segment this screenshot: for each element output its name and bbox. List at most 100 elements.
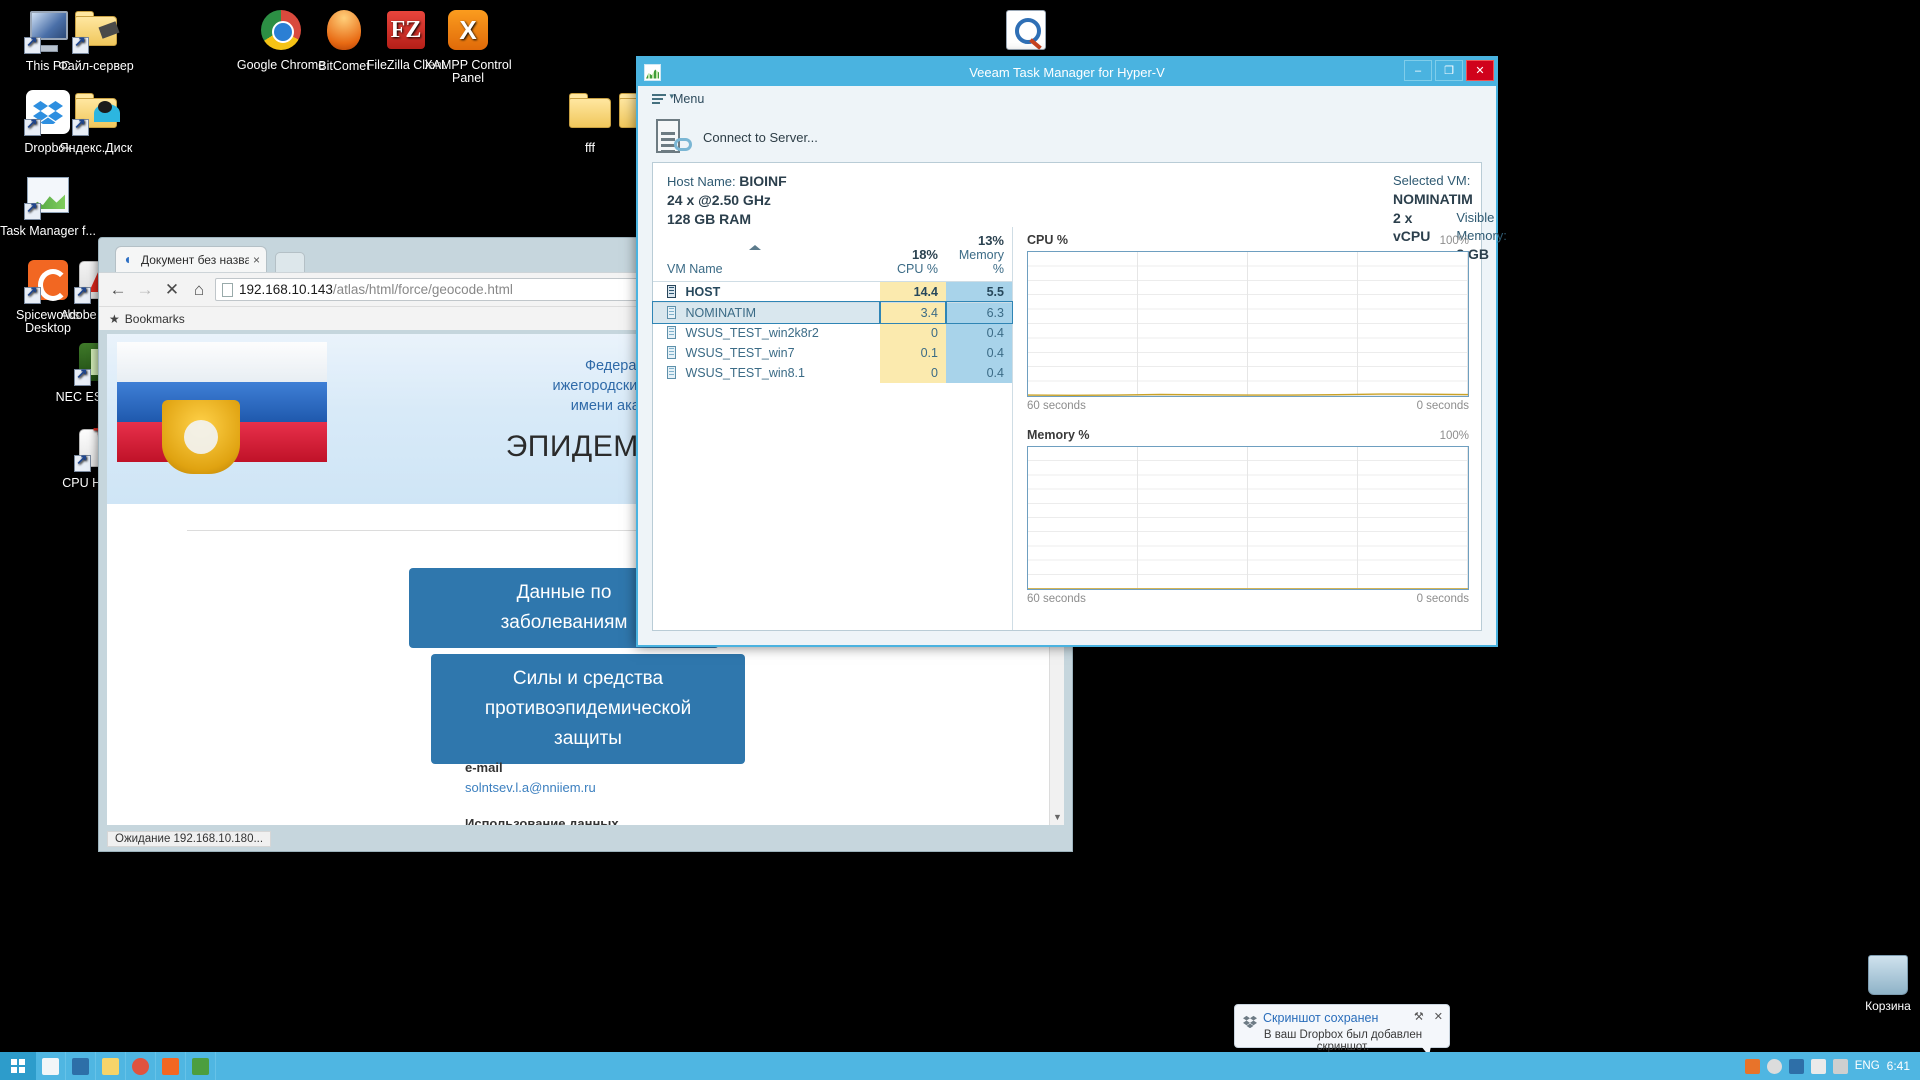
table-header-row[interactable]: VM Name 18% CPU % 13% Memory % xyxy=(653,227,1012,281)
window-controls[interactable]: – ❐ ✕ xyxy=(1404,60,1494,81)
stop-icon[interactable]: ✕ xyxy=(161,279,183,301)
memory-graph-max: 100% xyxy=(1440,430,1469,442)
folder-icon xyxy=(102,1058,119,1075)
network-tray-icon[interactable] xyxy=(1811,1059,1826,1074)
url-path: /atlas/html/force/geocode.html xyxy=(333,282,513,297)
maximize-button[interactable]: ❐ xyxy=(1435,60,1463,81)
main-content-panel: Host Name: BIOINF 24 x @2.50 GHz 128 GB … xyxy=(652,162,1482,631)
cpu-graph-plot xyxy=(1027,251,1469,397)
sort-ascending-icon[interactable] xyxy=(749,245,761,250)
split-panes: VM Name 18% CPU % 13% Memory % xyxy=(653,227,1481,630)
toolbar[interactable]: Connect to Server... xyxy=(638,112,1496,162)
hamburger-menu-icon[interactable] xyxy=(652,94,666,105)
windows-logo-icon xyxy=(11,1059,25,1073)
start-button[interactable] xyxy=(0,1052,36,1080)
email-link[interactable]: solntsev.l.a@nniiem.ru xyxy=(465,780,596,795)
taskbar-item-remote-desktop[interactable] xyxy=(66,1052,96,1080)
veeam-task-manager-window[interactable]: Veeam Task Manager for Hyper-V – ❐ ✕ Men… xyxy=(636,56,1498,647)
memory-graph-right-label: 0 seconds xyxy=(1417,593,1469,605)
column-header-cpu[interactable]: 18% CPU % xyxy=(880,227,946,281)
close-icon[interactable]: × xyxy=(249,253,260,267)
memory-cell: 0.4 xyxy=(946,323,1012,343)
forward-icon[interactable]: → xyxy=(134,279,156,301)
dropbox-notification-toast[interactable]: Скриншот сохранен В ваш Dropbox был доба… xyxy=(1234,1004,1450,1048)
column-header-vm-name[interactable]: VM Name xyxy=(653,227,880,281)
table-row[interactable]: WSUS_TEST_win8.1 0 0.4 xyxy=(653,363,1012,383)
cpu-graph-title: CPU % xyxy=(1027,233,1068,247)
taskbar-item-veeam[interactable] xyxy=(186,1052,216,1080)
cpu-graph-right-label: 0 seconds xyxy=(1417,400,1469,412)
desktop-icon-task-manager[interactable]: Task Manager f... xyxy=(0,172,96,238)
taskbar-item-spiceworks[interactable] xyxy=(156,1052,186,1080)
connect-server-icon[interactable] xyxy=(656,119,690,155)
usage-label: Использование данных xyxy=(465,814,1025,825)
cpu-cell: 14.4 xyxy=(880,281,946,302)
vm-name: NOMINATIM xyxy=(685,306,756,320)
host-info-panel: Host Name: BIOINF 24 x @2.50 GHz 128 GB … xyxy=(653,163,1481,219)
cpu-cell: 0 xyxy=(880,363,946,383)
menu-bar[interactable]: Menu xyxy=(638,86,1496,112)
desktop-icon-file-server[interactable]: Файл-сервер xyxy=(48,6,144,73)
close-button[interactable]: ✕ xyxy=(1466,60,1494,81)
window-title-bar[interactable]: Veeam Task Manager for Hyper-V – ❐ ✕ xyxy=(638,58,1496,86)
volume-tray-icon[interactable] xyxy=(1833,1059,1848,1074)
system-tray[interactable]: ENG 6:41 xyxy=(1745,1052,1920,1080)
cpu-cell: 0.1 xyxy=(880,343,946,363)
vm-name: WSUS_TEST_win8.1 xyxy=(685,366,804,380)
toast-actions[interactable]: ⚒ ✕ xyxy=(1414,1010,1443,1023)
host-ram-spec: 128 GB RAM xyxy=(667,211,751,227)
connect-to-server-button[interactable]: Connect to Server... xyxy=(703,130,818,145)
input-language[interactable]: ENG xyxy=(1855,1060,1880,1072)
dropbox-tray-icon[interactable] xyxy=(1745,1059,1760,1074)
chrome-icon xyxy=(132,1058,149,1075)
memory-graph-block: Memory % 100% 60 seconds 0 seconds xyxy=(1027,428,1469,605)
chrome-tab[interactable]: Документ без названия × xyxy=(115,246,267,272)
arcmap-icon xyxy=(1002,6,1050,54)
cloud-tray-icon[interactable] xyxy=(1767,1059,1782,1074)
settings-icon[interactable]: ⚒ xyxy=(1414,1011,1424,1023)
desktop-icon-yandex-disk[interactable]: Яндекс.Диск xyxy=(48,88,144,155)
desktop-icon-xampp[interactable]: XAMPP Control Panel xyxy=(420,6,516,85)
host-server-icon xyxy=(667,285,676,298)
vm-server-icon xyxy=(667,346,676,359)
minimize-button[interactable]: – xyxy=(1404,60,1432,81)
bookmarks-label[interactable]: Bookmarks xyxy=(125,312,185,326)
vm-table[interactable]: VM Name 18% CPU % 13% Memory % xyxy=(653,227,1012,383)
chrome-tab-label: Документ без названия xyxy=(141,253,249,267)
taskbar-item-chrome[interactable] xyxy=(126,1052,156,1080)
folder-shortcut-icon xyxy=(72,6,120,54)
home-icon[interactable]: ⌂ xyxy=(188,279,210,301)
desktop[interactable]: This PC Файл-сервер Dropbox Яндекс.Диск xyxy=(0,0,1920,1080)
host-cpu-spec: 24 x @2.50 GHz xyxy=(667,192,771,208)
xampp-icon xyxy=(444,6,492,54)
desktop-icon-recycle-bin[interactable]: Корзина xyxy=(1855,955,1920,1013)
taskbar[interactable]: ENG 6:41 xyxy=(0,1052,1920,1080)
new-tab-button[interactable] xyxy=(275,252,305,272)
taskbar-item-explorer[interactable] xyxy=(36,1052,66,1080)
table-row[interactable]: HOST 14.4 5.5 xyxy=(653,281,1012,302)
close-icon[interactable]: ✕ xyxy=(1434,1011,1443,1023)
notify-tray-icon[interactable] xyxy=(1789,1059,1804,1074)
host-info: Host Name: BIOINF 24 x @2.50 GHz 128 GB … xyxy=(667,172,787,229)
email-label: e-mail xyxy=(465,758,1025,778)
table-row[interactable]: NOMINATIM 3.4 6.3 xyxy=(653,302,1012,323)
back-icon[interactable]: ← xyxy=(107,279,129,301)
selected-vm-label: Selected VM: xyxy=(1393,173,1470,188)
column-header-memory[interactable]: 13% Memory % xyxy=(946,227,1012,281)
window-title: Veeam Task Manager for Hyper-V xyxy=(638,65,1496,80)
table-row[interactable]: WSUS_TEST_win7 0.1 0.4 xyxy=(653,343,1012,363)
cpu-graph-left-label: 60 seconds xyxy=(1027,400,1086,412)
clock[interactable]: 6:41 xyxy=(1887,1059,1910,1073)
button-line-2: противоэпидемической защиты xyxy=(461,694,715,754)
table-row[interactable]: WSUS_TEST_win2k8r2 0 0.4 xyxy=(653,323,1012,343)
cpu-cell: 3.4 xyxy=(880,302,946,323)
vm-name: WSUS_TEST_win7 xyxy=(685,346,794,360)
epidemic-defense-button[interactable]: Силы и средства противоэпидемической защ… xyxy=(431,654,745,764)
scroll-down-icon[interactable]: ▼ xyxy=(1050,810,1064,825)
menu-label[interactable]: Menu xyxy=(673,92,704,106)
desktop-icon-label: Корзина xyxy=(1865,999,1911,1013)
taskbar-item-file-explorer[interactable] xyxy=(96,1052,126,1080)
vm-list-pane[interactable]: VM Name 18% CPU % 13% Memory % xyxy=(653,227,1013,630)
memory-graph-plot xyxy=(1027,446,1469,590)
memory-graph-line xyxy=(1028,447,1468,589)
